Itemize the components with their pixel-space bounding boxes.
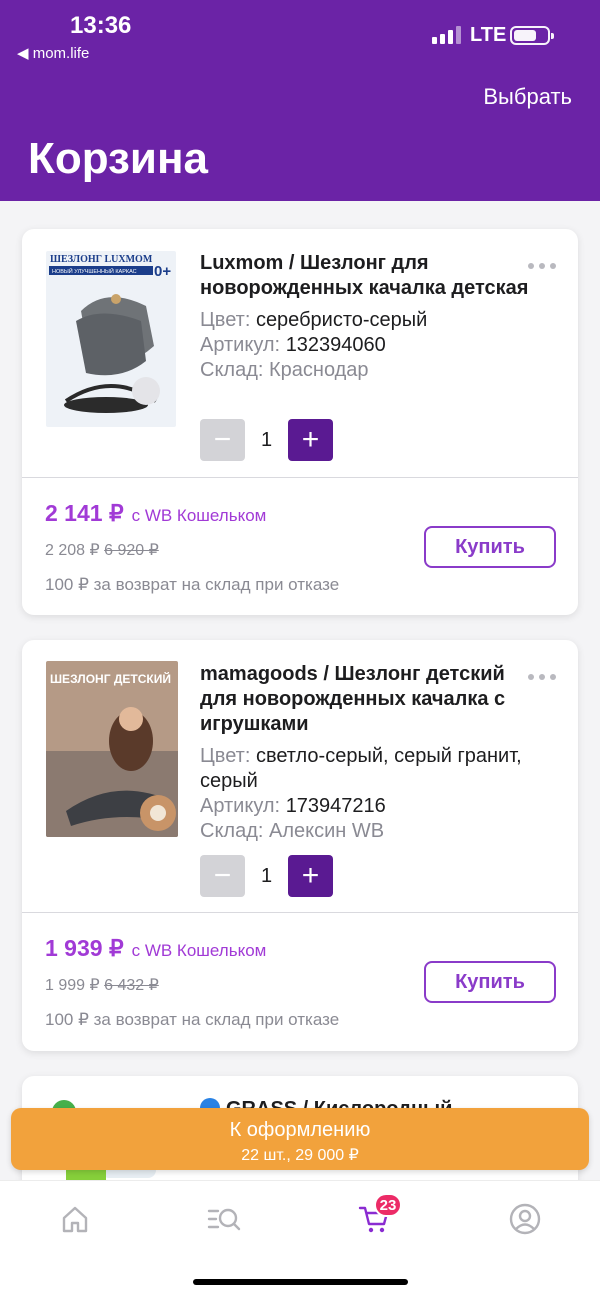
- old-price: 2 208 ₽ 6 920 ₽: [45, 542, 159, 559]
- more-options-icon[interactable]: [528, 263, 556, 269]
- battery-icon: [510, 26, 554, 45]
- home-indicator: [193, 1279, 408, 1285]
- quantity-value: 1: [260, 428, 273, 451]
- decrease-quantity-button[interactable]: −: [200, 855, 245, 897]
- signal-icon: [432, 26, 461, 44]
- product-warehouse: Склад: Краснодар: [200, 359, 369, 381]
- price-with-wallet: 2 141 ₽ с WB Кошельком: [45, 500, 267, 526]
- product-color: Цвет: светло-серый, серый гранит, серый: [200, 745, 522, 792]
- cart-item-card: ШЕЗЛОНГ LUXMOM НОВЫЙ УЛУЧШЕННЫЙ КАРКАС 0…: [22, 229, 578, 615]
- buy-button[interactable]: Купить: [424, 526, 556, 568]
- increase-quantity-button[interactable]: +: [288, 855, 333, 897]
- network-type: LTE: [470, 24, 507, 46]
- header: 13:36 ◀ mom.life LTE Выбрать Корзина: [0, 0, 600, 201]
- product-image[interactable]: ШЕЗЛОНГ LUXMOM НОВЫЙ УЛУЧШЕННЫЙ КАРКАС 0…: [46, 251, 176, 427]
- profile-icon[interactable]: [505, 1199, 545, 1239]
- status-time: 13:36: [70, 12, 132, 39]
- quantity-stepper: − 1 +: [200, 855, 333, 897]
- product-title[interactable]: Luxmom / Шезлонг для новорожденных качал…: [200, 251, 530, 301]
- more-options-icon[interactable]: [528, 674, 556, 680]
- select-button[interactable]: Выбрать: [483, 84, 572, 110]
- image-sub-text: НОВЫЙ УЛУЧШЕННЫЙ КАРКАС: [52, 267, 137, 275]
- old-price: 1 999 ₽ 6 432 ₽: [45, 977, 159, 994]
- checkout-button[interactable]: К оформлению 22 шт., 29 000 ₽: [11, 1108, 589, 1170]
- product-warehouse: Склад: Алексин WB: [200, 820, 385, 842]
- cart-item-card: ШЕЗЛОНГ ДЕТСКИЙ mamagoods / Шезлонг детс…: [22, 640, 578, 1051]
- buy-button[interactable]: Купить: [424, 961, 556, 1003]
- image-age-text: 0+: [154, 263, 171, 280]
- product-sku: Артикул: 173947216: [200, 795, 386, 817]
- price-with-wallet: 1 939 ₽ с WB Кошельком: [45, 935, 267, 961]
- image-brand-text: ШЕЗЛОНГ ДЕТСКИЙ: [50, 671, 171, 686]
- image-brand-text: ШЕЗЛОНГ LUXMOM: [50, 254, 153, 265]
- increase-quantity-button[interactable]: +: [288, 419, 333, 461]
- decrease-quantity-button[interactable]: −: [200, 419, 245, 461]
- product-color: Цвет: серебристо-серый: [200, 309, 428, 331]
- product-sku: Артикул: 132394060: [200, 334, 386, 356]
- checkout-label: К оформлению: [229, 1119, 371, 1141]
- checkout-summary: 22 шт., 29 000 ₽: [241, 1147, 359, 1164]
- quantity-stepper: − 1 +: [200, 419, 333, 461]
- refund-note: 100 ₽ за возврат на склад при отказе: [45, 575, 340, 594]
- product-image[interactable]: ШЕЗЛОНГ ДЕТСКИЙ: [46, 661, 178, 837]
- quantity-value: 1: [260, 864, 273, 887]
- page-title: Корзина: [28, 134, 208, 183]
- catalog-search-icon[interactable]: [204, 1199, 244, 1239]
- home-icon[interactable]: [55, 1199, 95, 1239]
- refund-note: 100 ₽ за возврат на склад при отказе: [45, 1010, 340, 1029]
- cart-count-badge: 23: [374, 1193, 402, 1217]
- product-title[interactable]: mamagoods / Шезлонг детский для новорожд…: [200, 662, 530, 737]
- back-to-app-link[interactable]: ◀ mom.life: [17, 44, 89, 62]
